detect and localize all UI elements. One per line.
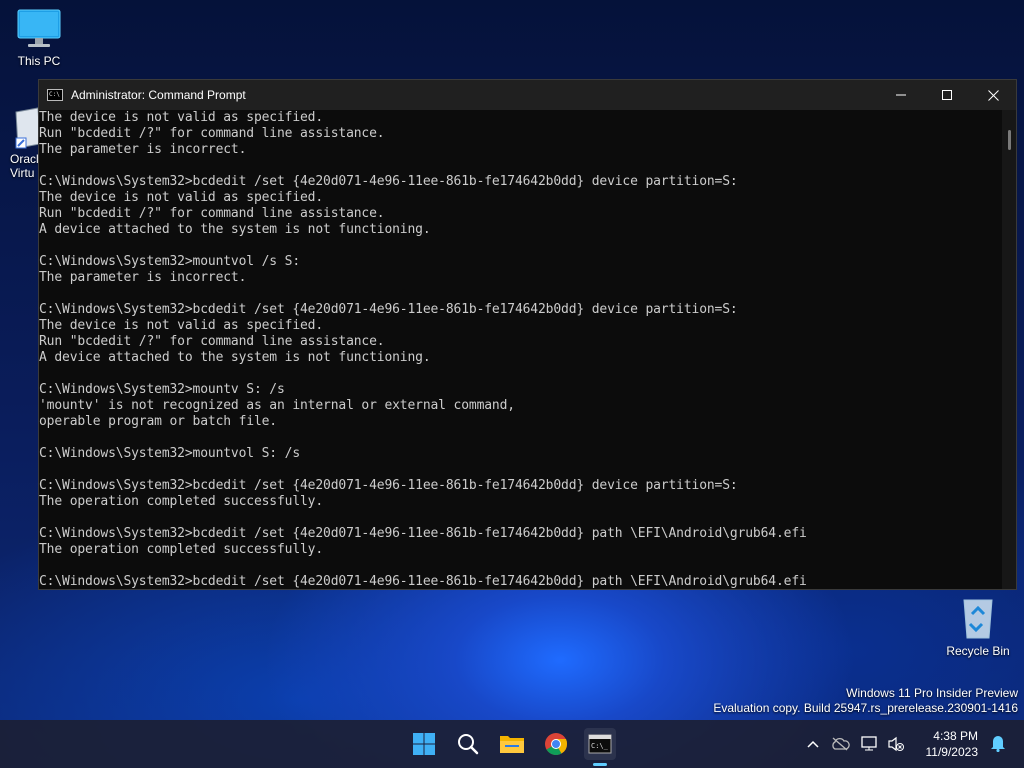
- maximize-button[interactable]: [924, 80, 970, 110]
- search-icon: [458, 734, 479, 755]
- taskbar-clock[interactable]: 4:38 PM 11/9/2023: [926, 728, 979, 760]
- folder-icon: [500, 736, 524, 753]
- console-output[interactable]: The device is not valid as specified. Ru…: [39, 110, 1002, 589]
- console-line: C:\Windows\System32>mountvol S: /s: [39, 446, 301, 461]
- watermark-line1: Windows 11 Pro Insider Preview: [846, 686, 1018, 700]
- console-line: Run "bcdedit /?" for command line assist…: [39, 334, 385, 349]
- terminal-icon: C:\_: [588, 734, 612, 754]
- console-line: The device is not valid as specified.: [39, 190, 324, 205]
- minimize-icon: [896, 94, 906, 96]
- console-line: C:\Windows\System32>bcdedit /set {4e20d0…: [39, 526, 807, 541]
- close-icon: [987, 89, 999, 101]
- console-line: 'mountv' is not recognized as an interna…: [39, 398, 515, 413]
- file-explorer-button[interactable]: [496, 728, 528, 760]
- recycle-bin-icon: [963, 599, 993, 639]
- start-button[interactable]: [408, 728, 440, 760]
- chevron-up-icon: [807, 740, 819, 748]
- minimize-button[interactable]: [878, 80, 924, 110]
- console-line: The parameter is incorrect.: [39, 270, 247, 285]
- close-button[interactable]: [970, 80, 1016, 110]
- system-tray: [802, 720, 908, 768]
- oracle-label-line1: Oracl: [10, 152, 39, 166]
- windows-watermark: Windows 11 Pro Insider Preview Evaluatio…: [713, 686, 1018, 716]
- this-pc-label: This PC: [17, 54, 61, 68]
- window-titlebar[interactable]: C:\ Administrator: Command Prompt: [39, 80, 1016, 110]
- recycle-bin-label: Recycle Bin: [946, 644, 1010, 658]
- console-line: C:\Windows\System32>bcdedit /set {4e20d0…: [39, 302, 738, 317]
- taskbar: C:\_ 4:38 PM 11/9/2023: [0, 720, 1024, 768]
- command-prompt-window[interactable]: C:\ Administrator: Command Prompt The de…: [38, 79, 1017, 590]
- console-text: The device is not valid as specified. Ru…: [39, 110, 1002, 574]
- maximize-icon: [942, 90, 952, 100]
- console-line: The operation completed successfully.: [39, 542, 324, 557]
- network-status-button[interactable]: [856, 736, 884, 752]
- window-title: Administrator: Command Prompt: [71, 88, 246, 102]
- console-line: The device is not valid as specified.: [39, 110, 324, 125]
- console-line: A device attached to the system is not f…: [39, 350, 431, 365]
- console-line: A device attached to the system is not f…: [39, 222, 431, 237]
- console-line: operable program or batch file.: [39, 414, 277, 429]
- console-line: The device is not valid as specified.: [39, 318, 324, 333]
- console-line: Run "bcdedit /?" for command line assist…: [39, 206, 385, 221]
- text-cursor: 4: [768, 574, 776, 589]
- clock-date: 11/9/2023: [925, 745, 979, 759]
- chrome-icon: [545, 733, 568, 755]
- volume-button[interactable]: [884, 736, 908, 752]
- scrollbar-thumb[interactable]: [1008, 130, 1011, 150]
- monitor-icon: [17, 9, 61, 47]
- console-line: C:\Windows\System32>mountv S: /s: [39, 382, 285, 397]
- onedrive-status-button[interactable]: [824, 737, 856, 751]
- current-command-tail: .efi: [775, 574, 807, 589]
- console-line: C:\Windows\System32>bcdedit /set {4e20d0…: [39, 478, 738, 493]
- notifications-button[interactable]: [990, 734, 1006, 757]
- current-command-text: C:\Windows\System32>bcdedit /set {4e20d0…: [39, 574, 769, 589]
- speaker-muted-icon: [888, 736, 904, 752]
- console-line: The parameter is incorrect.: [39, 142, 247, 157]
- chrome-button[interactable]: [540, 728, 572, 760]
- clock-time: 4:38 PM: [933, 729, 978, 743]
- oracle-label-line2: Virtu: [10, 166, 35, 180]
- cmd-app-icon: C:\: [47, 89, 63, 101]
- console-current-line[interactable]: C:\Windows\System32>bcdedit /set {4e20d0…: [39, 574, 1002, 589]
- console-line: Run "bcdedit /?" for command line assist…: [39, 126, 385, 141]
- oracle-virtualbox-desktop-icon[interactable]: Oracl Virtu: [0, 104, 41, 180]
- active-app-indicator: [593, 763, 607, 766]
- windows-logo-icon: [413, 733, 435, 755]
- svg-text:C:\_: C:\_: [591, 742, 609, 750]
- network-icon: [861, 736, 877, 751]
- command-prompt-taskbar-button[interactable]: C:\_: [584, 728, 616, 766]
- cloud-offline-icon: [832, 737, 850, 751]
- watermark-line2: Evaluation copy. Build 25947.rs_prerelea…: [713, 701, 1018, 715]
- console-line: The operation completed successfully.: [39, 494, 324, 509]
- vertical-scrollbar[interactable]: [1002, 110, 1016, 589]
- bell-icon: [991, 736, 1005, 753]
- console-line: C:\Windows\System32>bcdedit /set {4e20d0…: [39, 174, 738, 189]
- console-line: C:\Windows\System32>mountvol /s S:: [39, 254, 301, 269]
- search-button[interactable]: [452, 728, 484, 760]
- recycle-bin-desktop-icon[interactable]: Recycle Bin: [938, 596, 1018, 658]
- show-hidden-icons-button[interactable]: [802, 740, 824, 748]
- this-pc-desktop-icon[interactable]: This PC: [2, 8, 76, 68]
